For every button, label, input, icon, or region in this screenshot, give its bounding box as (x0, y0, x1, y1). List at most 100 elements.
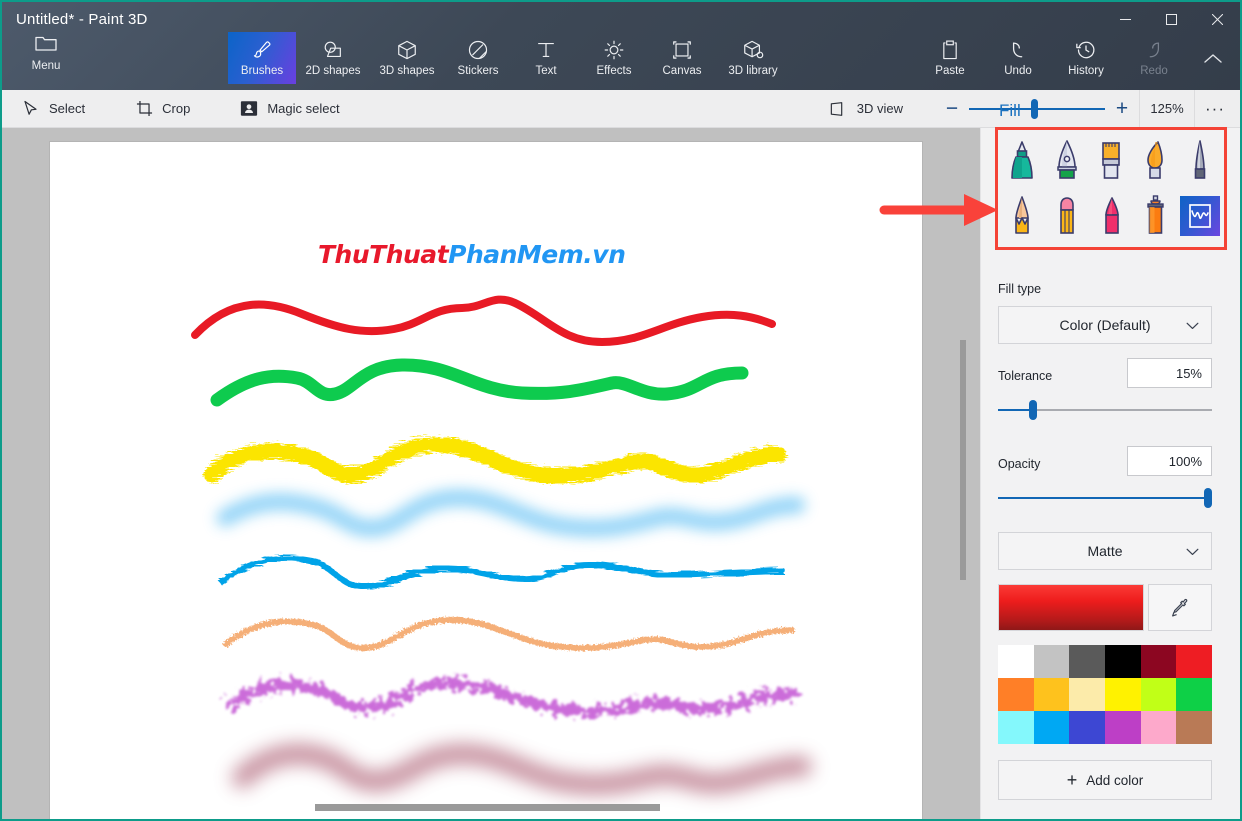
tab-brushes[interactable]: Brushes (228, 32, 296, 84)
window-controls (1102, 2, 1240, 36)
crop-button[interactable]: Crop (121, 90, 204, 128)
horizontal-scrollbar[interactable] (315, 804, 660, 811)
color-swatch[interactable] (1176, 645, 1212, 678)
history-button[interactable]: History (1052, 32, 1120, 84)
color-swatch[interactable] (998, 678, 1034, 711)
3d-view-label: 3D view (857, 101, 903, 116)
secondary-toolbar: Select Crop Magic select 3D view − (2, 90, 1240, 128)
color-swatch[interactable] (1069, 645, 1105, 678)
magic-select-label: Magic select (267, 101, 339, 116)
zoom-slider[interactable] (969, 90, 1105, 128)
tab-3d-shapes[interactable]: 3D shapes (370, 32, 444, 84)
collapse-ribbon-button[interactable] (1196, 46, 1230, 70)
paint3d-window: Untitled* - Paint 3D Menu (0, 0, 1242, 821)
zoom-in-button[interactable]: + (1105, 90, 1139, 128)
tab-text[interactable]: Text (512, 32, 580, 84)
3d-view-button[interactable]: 3D view (816, 90, 917, 128)
ribbon-tabs: Brushes 2D shapes 3D shapes Stickers (228, 32, 790, 84)
marker-stroke (195, 300, 772, 342)
opacity-slider[interactable] (998, 488, 1212, 508)
fill-tool[interactable] (1178, 189, 1222, 244)
color-swatch[interactable] (1141, 711, 1177, 744)
tolerance-slider-thumb[interactable] (1029, 400, 1037, 420)
spray-can-tool[interactable] (1133, 189, 1177, 244)
tab-canvas[interactable]: Canvas (648, 32, 716, 84)
tab-brushes-label: Brushes (241, 65, 283, 77)
add-color-button[interactable]: + Add color (998, 760, 1212, 800)
fill-type-value: Color (Default) (1059, 317, 1150, 333)
pixel-pen-stroke (220, 558, 784, 587)
tab-text-label: Text (535, 65, 556, 77)
opacity-slider-thumb[interactable] (1204, 488, 1212, 508)
color-swatch[interactable] (1141, 678, 1177, 711)
eyedropper-icon (1169, 597, 1191, 619)
canvas-area[interactable]: ThuThuatPhanMem.vn (2, 128, 980, 821)
color-swatch[interactable] (998, 645, 1034, 678)
color-swatch[interactable] (1176, 711, 1212, 744)
calligraphy-pen-stroke (217, 365, 742, 400)
color-swatch[interactable] (998, 711, 1034, 744)
close-button[interactable] (1194, 2, 1240, 36)
oil-brush-tool[interactable] (1089, 134, 1133, 189)
opacity-input[interactable]: 100% (1127, 446, 1212, 476)
canvas-strokes (2, 128, 980, 821)
paste-icon (940, 37, 960, 63)
current-color-swatch[interactable] (998, 584, 1144, 631)
watermark-part2: PhanMem.vn (448, 240, 625, 269)
color-swatch[interactable] (1141, 645, 1177, 678)
eraser-tool[interactable] (1044, 189, 1088, 244)
eyedropper-button[interactable] (1148, 584, 1212, 631)
watermark: ThuThuatPhanMem.vn (318, 240, 625, 269)
paste-button[interactable]: Paste (916, 32, 984, 84)
more-options-button[interactable]: ··· (1195, 90, 1235, 128)
color-swatch[interactable] (1105, 678, 1141, 711)
tab-stickers[interactable]: Stickers (444, 32, 512, 84)
fill-type-select[interactable]: Color (Default) (998, 306, 1212, 344)
zoom-out-button[interactable]: − (935, 90, 969, 128)
color-swatch[interactable] (1069, 678, 1105, 711)
tolerance-input[interactable]: 15% (1127, 358, 1212, 388)
tab-effects[interactable]: Effects (580, 32, 648, 84)
eraser-stroke (230, 683, 794, 711)
text-icon (535, 37, 557, 63)
minimize-button[interactable] (1102, 2, 1148, 36)
color-swatch[interactable] (1176, 678, 1212, 711)
paste-label: Paste (935, 65, 964, 77)
tab-2d-shapes[interactable]: 2D shapes (296, 32, 370, 84)
vertical-scrollbar[interactable] (960, 340, 966, 580)
calligraphy-pen-tool[interactable] (1044, 134, 1088, 189)
3d-shapes-icon (396, 37, 418, 63)
color-swatch[interactable] (1105, 645, 1141, 678)
color-swatch[interactable] (1105, 711, 1141, 744)
color-swatch[interactable] (1034, 711, 1070, 744)
crop-label: Crop (162, 101, 190, 116)
marker-tool[interactable] (1000, 134, 1044, 189)
color-swatch[interactable] (1034, 645, 1070, 678)
history-icon (1075, 37, 1097, 63)
color-swatches (998, 645, 1212, 744)
select-button[interactable]: Select (8, 90, 99, 128)
magic-select-button[interactable]: Magic select (226, 90, 353, 128)
add-color-label: Add color (1086, 773, 1143, 788)
pixel-pen-tool[interactable] (1178, 134, 1222, 189)
redo-icon (1143, 37, 1165, 63)
maximize-button[interactable] (1148, 2, 1194, 36)
tab-3d-library[interactable]: 3D library (716, 32, 790, 84)
crop-icon (135, 100, 153, 117)
crayon-tool[interactable] (1089, 189, 1133, 244)
menu-button[interactable]: Menu (16, 34, 76, 72)
color-swatch[interactable] (1034, 678, 1070, 711)
watercolor-tool[interactable] (1133, 134, 1177, 189)
pencil-tool[interactable] (1000, 189, 1044, 244)
tab-3d-library-label: 3D library (728, 65, 777, 77)
tolerance-slider[interactable] (998, 400, 1212, 420)
zoom-slider-thumb[interactable] (1031, 99, 1038, 119)
cursor-icon (22, 100, 40, 117)
brush-tools-highlight-box (995, 127, 1227, 250)
folder-icon (35, 34, 57, 57)
tolerance-slider-fill (998, 409, 1033, 411)
color-swatch[interactable] (1069, 711, 1105, 744)
undo-button[interactable]: Undo (984, 32, 1052, 84)
tab-stickers-label: Stickers (458, 65, 499, 77)
material-select[interactable]: Matte (998, 532, 1212, 570)
